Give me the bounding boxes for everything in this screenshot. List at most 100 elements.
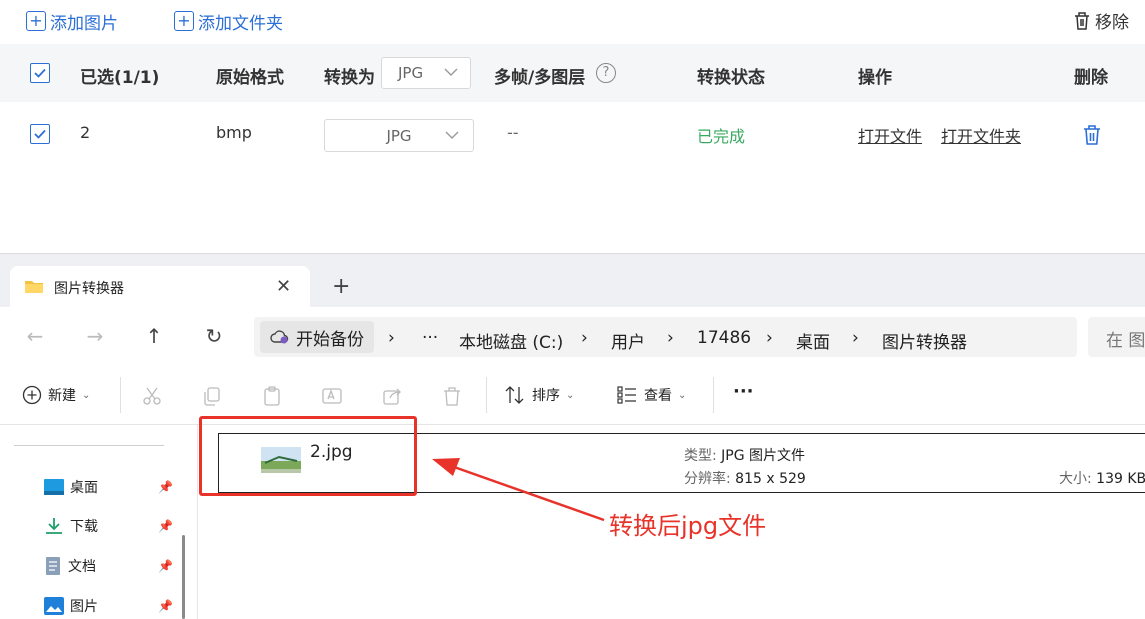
add-image-label: 添加图片 [50, 13, 118, 34]
sidebar-item-documents[interactable]: 文档 [44, 556, 96, 576]
backup-button[interactable]: 开始备份 [260, 321, 374, 353]
sidebar-item-label: 桌面 [70, 480, 98, 496]
pictures-icon [44, 597, 64, 615]
document-icon [44, 556, 62, 576]
paste-icon[interactable] [261, 385, 283, 407]
file-explorer-window: 图片转换器 ✕ + ← → ↑ ↻ 开始备份 › ··· 本地磁盘 (C:) ›… [0, 253, 1145, 619]
chevron-right-icon: › [852, 328, 859, 348]
remove-button[interactable]: 移除 [1073, 8, 1129, 33]
cut-icon[interactable] [141, 385, 163, 407]
new-label: 新建 [48, 388, 76, 404]
view-list-icon [616, 385, 638, 405]
download-icon [44, 517, 64, 535]
file-resolution: 分辨率: 815 x 529 [684, 471, 806, 487]
chevron-down-icon: ⌄ [82, 389, 91, 401]
sidebar-item-desktop[interactable]: 桌面 [44, 477, 98, 497]
sidebar-item-label: 下载 [70, 519, 98, 535]
row-multi-frame: -- [507, 123, 519, 142]
select-all-checkbox[interactable] [30, 63, 50, 83]
open-file-link[interactable]: 打开文件 [858, 123, 922, 147]
copy-icon[interactable] [201, 385, 223, 407]
chevron-down-icon: ⌄ [678, 389, 687, 401]
scrollbar[interactable] [182, 535, 185, 619]
breadcrumb-image-converter[interactable]: 图片转换器 [882, 328, 967, 353]
command-bar: 新建 ⌄ 排序 ⌄ 查看 ⌄ ··· [0, 365, 1145, 425]
folder-icon [24, 278, 44, 294]
sidebar-item-pictures[interactable]: 图片 [44, 596, 98, 616]
new-button[interactable]: 新建 ⌄ [22, 385, 90, 405]
tab-title: 图片转换器 [54, 281, 124, 297]
sidebar-item-label: 图片 [70, 599, 98, 615]
sort-label: 排序 [532, 388, 560, 404]
cloud-backup-icon [270, 329, 290, 345]
up-arrow-icon[interactable]: ↑ [143, 325, 165, 347]
tab-strip: 图片转换器 ✕ + [0, 253, 1145, 308]
annotation-label: 转换后jpg文件 [609, 512, 767, 540]
open-folder-link[interactable]: 打开文件夹 [941, 123, 1021, 147]
trash-icon [1073, 11, 1091, 31]
refresh-icon[interactable]: ↻ [203, 325, 225, 347]
back-arrow-icon[interactable]: ← [24, 325, 46, 347]
annotation-highlight-box [199, 416, 417, 496]
pin-icon[interactable]: 📌 [158, 519, 173, 533]
global-format-select[interactable]: JPG [381, 57, 471, 89]
sort-icon [504, 385, 526, 405]
close-icon[interactable]: ✕ [276, 276, 291, 297]
divider [120, 377, 121, 413]
delete-icon[interactable] [441, 385, 463, 407]
pin-icon[interactable]: 📌 [158, 559, 173, 573]
pin-icon[interactable]: 📌 [158, 599, 173, 613]
header-convert-to: 转换为 [324, 68, 375, 88]
row-format-value: JPG [386, 126, 412, 145]
desktop-icon [44, 479, 64, 495]
plus-circle-icon [22, 385, 42, 405]
row-file-name: 2 [80, 123, 91, 142]
search-input[interactable]: 在 图 [1088, 317, 1145, 357]
forward-arrow-icon[interactable]: → [84, 325, 106, 347]
remove-label: 移除 [1095, 13, 1129, 33]
chevron-down-icon [445, 130, 459, 140]
new-tab-button[interactable]: + [332, 274, 350, 299]
breadcrumb-user-id[interactable]: 17486 [697, 328, 751, 348]
annotation-arrow [432, 458, 605, 522]
plus-icon: + [26, 11, 46, 31]
breadcrumb-desktop[interactable]: 桌面 [796, 328, 830, 353]
row-delete-button[interactable] [1082, 124, 1102, 146]
add-folder-label: 添加文件夹 [198, 13, 283, 34]
rename-icon[interactable] [321, 385, 343, 407]
header-selected: 已选(1/1) [80, 68, 160, 88]
plus-icon: + [174, 11, 194, 31]
help-icon[interactable]: ? [596, 63, 616, 83]
share-icon[interactable] [381, 385, 403, 407]
table-header: 已选(1/1) 原始格式 转换为 JPG 多帧/多图层 ? 转换状态 操作 删除 [0, 44, 1145, 102]
breadcrumb-local-disk[interactable]: 本地磁盘 (C:) [459, 328, 563, 353]
breadcrumb-users[interactable]: 用户 [611, 328, 645, 353]
address-bar[interactable]: 开始备份 › ··· 本地磁盘 (C:) › 用户 › 17486 › 桌面 ›… [254, 317, 1077, 357]
header-status: 转换状态 [697, 68, 765, 88]
add-folder-button[interactable]: + 添加文件夹 [174, 8, 283, 34]
chevron-down-icon: ⌄ [566, 389, 575, 401]
global-format-value: JPG [398, 64, 424, 82]
view-button[interactable]: 查看 ⌄ [616, 385, 686, 405]
row-format-select[interactable]: JPG [324, 119, 474, 152]
view-label: 查看 [644, 388, 672, 404]
divider [486, 377, 487, 413]
chevron-right-icon: › [388, 328, 395, 348]
sort-button[interactable]: 排序 ⌄ [504, 385, 574, 405]
navigation-bar: ← → ↑ ↻ 开始备份 › ··· 本地磁盘 (C:) › 用户 › 1748… [0, 307, 1145, 365]
more-options-button[interactable]: ··· [733, 381, 754, 402]
row-original-format: bmp [216, 123, 252, 142]
breadcrumb-more[interactable]: ··· [422, 328, 438, 348]
tab-image-converter[interactable]: 图片转换器 ✕ [10, 266, 310, 308]
add-image-button[interactable]: + 添加图片 [26, 8, 118, 34]
header-delete: 删除 [1074, 68, 1108, 88]
row-checkbox[interactable] [30, 124, 50, 144]
sidebar-item-downloads[interactable]: 下载 [44, 516, 98, 536]
header-original-format: 原始格式 [216, 68, 284, 88]
navigation-pane: 桌面 📌 下载 📌 文档 📌 图片 📌 [0, 425, 198, 619]
file-type: 类型: JPG 图片文件 [684, 448, 806, 464]
header-multi-frame: 多帧/多图层 [494, 68, 586, 88]
pin-icon[interactable]: 📌 [158, 480, 173, 494]
chevron-right-icon: › [766, 328, 773, 348]
row-status: 已完成 [697, 127, 746, 146]
